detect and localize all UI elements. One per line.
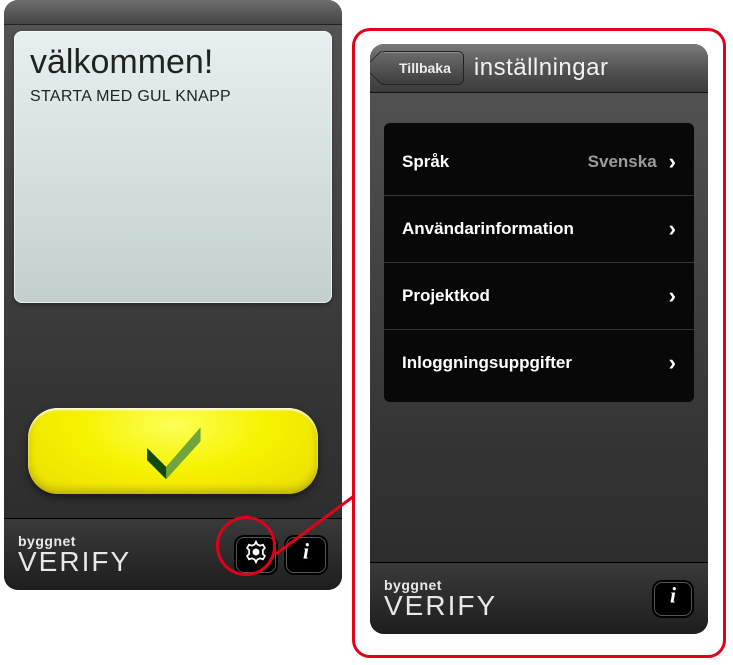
welcome-subtitle: STARTA MED GUL KNAPP bbox=[30, 88, 316, 106]
verify-mark-icon bbox=[130, 418, 216, 485]
brand-big: VERIFY bbox=[18, 548, 131, 576]
status-bar bbox=[4, 0, 342, 25]
brand: byggnet VERIFY bbox=[18, 534, 131, 576]
annotation-connector bbox=[270, 490, 370, 570]
start-button[interactable] bbox=[28, 408, 318, 494]
annotation-frame bbox=[352, 28, 726, 658]
welcome-card: välkommen! STARTA MED GUL KNAPP bbox=[14, 31, 332, 303]
annotation-circle bbox=[216, 516, 276, 576]
welcome-title: välkommen! bbox=[30, 43, 316, 82]
